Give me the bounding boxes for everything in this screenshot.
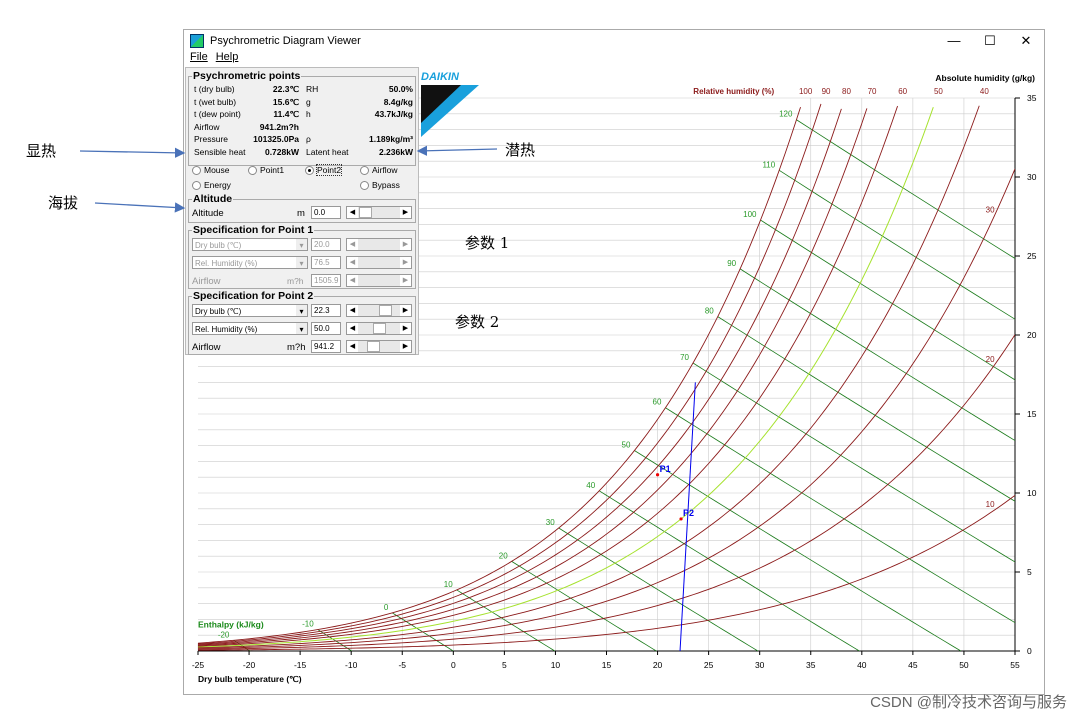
annotation-param2: 参数 2	[455, 313, 500, 331]
latent-arrow	[416, 145, 498, 156]
watermark: CSDN @制冷技术咨询与服务	[870, 694, 1067, 711]
annotation-sensible: 显热	[26, 142, 57, 160]
annotation-arrows	[79, 145, 498, 213]
annotation-altitude: 海拔	[48, 194, 79, 212]
altitude-arrow	[94, 202, 186, 213]
sensible-arrow	[79, 147, 186, 159]
annotation-param1: 参数 1	[465, 234, 510, 252]
annotation-latent: 潜热	[505, 141, 536, 159]
